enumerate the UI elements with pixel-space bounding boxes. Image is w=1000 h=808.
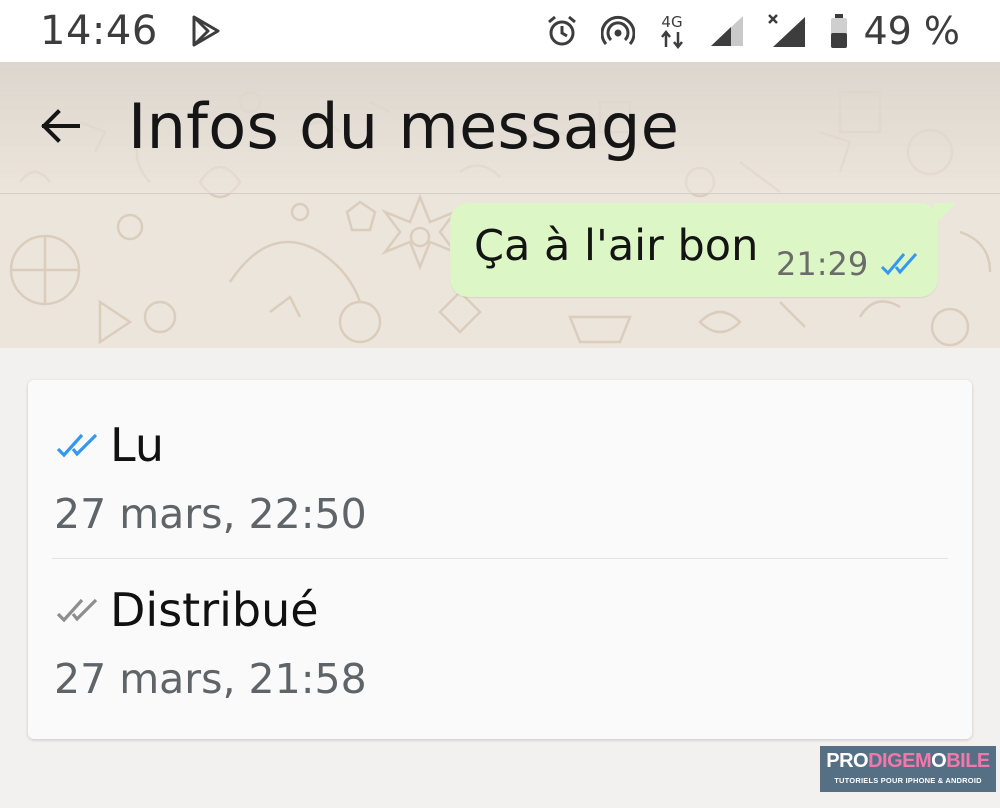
watermark-brand-part: BILE xyxy=(946,750,990,772)
receipt-time: 27 mars, 22:50 xyxy=(54,490,367,538)
watermark-brand: PRODIGEMOBILE xyxy=(820,750,996,773)
signal-icon xyxy=(709,14,745,48)
chat-wallpaper: Infos du message Ça à l'air bon 21:29 xyxy=(0,62,1000,348)
signal-no-service-icon xyxy=(767,13,807,49)
receipt-time: 27 mars, 21:58 xyxy=(54,655,367,703)
receipt-status: Lu xyxy=(110,418,164,472)
receipt-status: Distribué xyxy=(110,583,319,637)
watermark-brand-part: DIGEM xyxy=(868,750,932,772)
message-text: Ça à l'air bon xyxy=(474,221,759,271)
message-time: 21:29 xyxy=(776,245,869,283)
network-label: 4G xyxy=(662,13,683,31)
battery-percent: 49 % xyxy=(863,9,960,53)
receipt-row-delivered: Distribué 27 mars, 21:58 xyxy=(28,545,972,710)
alarm-icon xyxy=(545,14,579,48)
watermark-brand-part: O xyxy=(931,750,947,772)
back-button[interactable] xyxy=(36,102,84,150)
arrow-left-icon xyxy=(41,109,80,143)
watermark-logo: PRODIGEMOBILE TUTORIELS POUR IPHONE & AN… xyxy=(820,746,996,792)
status-icons: 4G 49 % xyxy=(545,9,960,53)
4g-data-icon: 4G xyxy=(657,13,687,49)
receipts-card: Lu 27 mars, 22:50 Distribué 27 mars, 21:… xyxy=(28,380,972,739)
watermark-tagline: TUTORIELS POUR IPHONE & ANDROID xyxy=(834,776,982,785)
double-check-blue-icon xyxy=(880,251,920,282)
play-store-icon xyxy=(188,14,222,48)
message-bubble[interactable]: Ça à l'air bon 21:29 xyxy=(450,203,956,297)
status-bar: 14:46 4G 49 % xyxy=(0,0,1000,62)
battery-icon xyxy=(829,13,849,49)
receipt-row-read: Lu 27 mars, 22:50 xyxy=(28,380,972,545)
page-title: Infos du message xyxy=(128,90,680,163)
hotspot-icon xyxy=(601,14,636,48)
status-time: 14:46 xyxy=(40,8,158,54)
double-check-blue-icon xyxy=(56,432,100,465)
toolbar: Infos du message xyxy=(0,62,1000,194)
double-check-gray-icon xyxy=(56,597,100,630)
watermark-brand-part: PRO xyxy=(826,750,869,772)
